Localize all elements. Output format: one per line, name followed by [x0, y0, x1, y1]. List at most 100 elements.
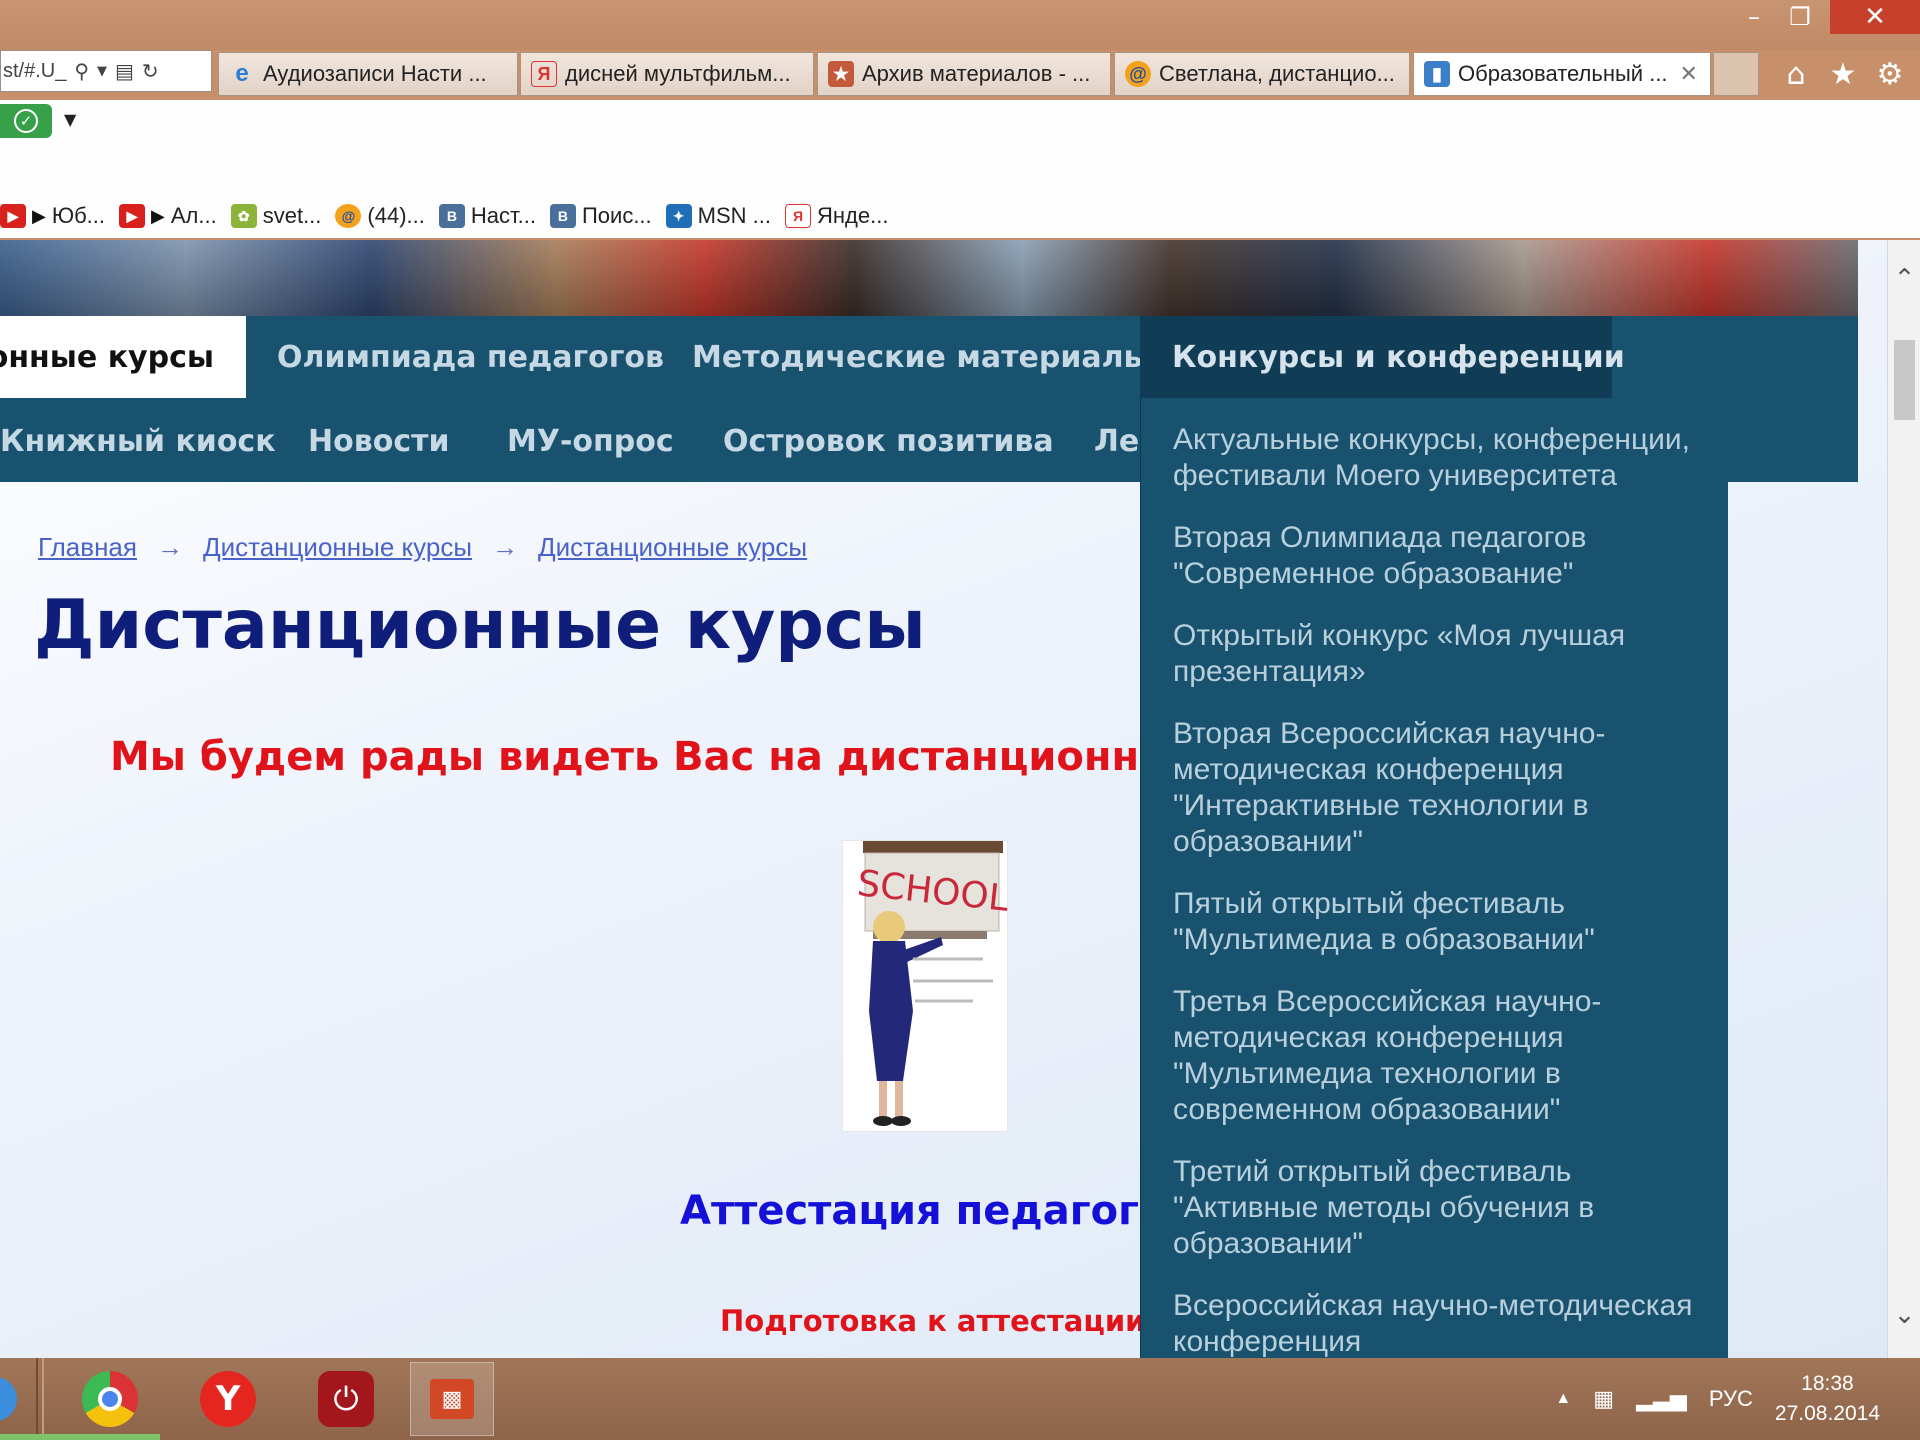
breadcrumb-current[interactable]: Дистанционные курсы: [538, 532, 807, 563]
attestation-heading: Аттестация педагогов: [680, 1188, 1192, 1234]
vk-icon: B: [438, 204, 465, 228]
search-icon[interactable]: ⚲: [74, 59, 89, 83]
address-bar[interactable]: st/#.U_ ⚲ ▼ ▤ ↻: [0, 50, 212, 92]
nav-contests[interactable]: Конкурсы и конференции: [1140, 316, 1625, 398]
favorite-label: MSN ...: [697, 203, 772, 228]
preparation-heading: Подготовка к аттестации:: [720, 1304, 1158, 1338]
tab-close-icon[interactable]: ✕: [1680, 61, 1698, 87]
address-text[interactable]: st/#.U_: [3, 60, 66, 83]
clock[interactable]: 18:38 27.08.2014: [1775, 1369, 1880, 1429]
ie-icon: e: [235, 60, 249, 87]
breadcrumb-arrow: →: [156, 532, 183, 562]
scroll-thumb[interactable]: [1894, 340, 1915, 420]
tab-mail[interactable]: @ Светлана, дистанцио...: [1114, 52, 1410, 96]
breadcrumb-home[interactable]: Главная: [38, 532, 137, 563]
clock-date: 27.08.2014: [1774, 1402, 1880, 1425]
network-icon[interactable]: ▦: [1593, 1386, 1614, 1412]
mascot-icon: ★: [828, 61, 854, 87]
nav-methodical[interactable]: Методические материалы: [692, 316, 1151, 398]
page-viewport: ионные курсы Олимпиада педагогов Методич…: [0, 240, 1887, 1360]
nav-courses[interactable]: ионные курсы: [0, 316, 246, 398]
yandex-browser-icon[interactable]: Y: [186, 1362, 270, 1436]
school-teacher-image: SCHOOL: [842, 840, 1011, 1132]
scroll-down-icon[interactable]: ⌄: [1888, 1300, 1920, 1330]
favorite-item[interactable]: @ (44)...: [335, 203, 425, 229]
language-indicator[interactable]: РУС: [1709, 1386, 1753, 1412]
vk-icon: B: [549, 204, 576, 228]
favorite-item[interactable]: Я Янде...: [785, 203, 888, 229]
favorite-label: Наст...: [470, 203, 536, 228]
tray-expand-icon[interactable]: ▲: [1555, 1390, 1571, 1408]
tab-label: Образовательный ...: [1458, 61, 1668, 86]
nav-positive[interactable]: Островок позитива: [723, 400, 1054, 482]
scroll-up-icon[interactable]: ⌃: [1888, 264, 1920, 294]
dropdown-item[interactable]: Всероссийская научно-методическая конфер…: [1173, 1288, 1698, 1360]
tab-educational[interactable]: ▮ Образовательный ... ✕: [1413, 52, 1711, 96]
contests-dropdown-menu: Актуальные конкурсы, конференции, фестив…: [1140, 398, 1728, 1360]
tab-archive[interactable]: ★ Архив материалов - ...: [817, 52, 1111, 96]
favorite-label: Поис...: [581, 203, 652, 228]
site-banner: [0, 240, 1858, 316]
ie-taskbar-icon[interactable]: [0, 1362, 20, 1436]
dropdown-item[interactable]: Актуальные конкурсы, конференции, фестив…: [1173, 422, 1698, 494]
page-title: Дистанционные курсы: [34, 586, 926, 665]
dropdown-item[interactable]: Третий открытый фестиваль "Активные мето…: [1173, 1154, 1698, 1262]
taskbar-separator: [36, 1358, 44, 1440]
breadcrumb-arrow: →: [492, 532, 519, 562]
taskbar-progress-strip: [0, 1434, 160, 1440]
chevron-down-icon[interactable]: ▼: [64, 110, 76, 129]
tab-disney[interactable]: Я дисней мультфильм...: [520, 52, 814, 96]
chrome-icon[interactable]: [68, 1362, 152, 1436]
dropdown-item[interactable]: Открытый конкурс «Моя лучшая презентация…: [1173, 618, 1698, 690]
play-icon: ▶: [151, 205, 165, 226]
system-tray: ▲ ▦ ▂▃▅ РУС 18:38 27.08.2014: [1555, 1358, 1920, 1440]
chevron-down-icon[interactable]: ▼: [97, 64, 107, 79]
favorite-label: Ал...: [170, 203, 217, 228]
favorite-item[interactable]: B Поис...: [549, 203, 652, 229]
tab-label: Светлана, дистанцио...: [1159, 61, 1395, 86]
breadcrumb-courses[interactable]: Дистанционные курсы: [203, 532, 472, 563]
site-icon: ▮: [1424, 61, 1450, 87]
favorite-item[interactable]: ✿ svet...: [230, 203, 321, 229]
signal-icon[interactable]: ▂▃▅: [1636, 1386, 1687, 1412]
leaf-icon: ✿: [230, 204, 257, 228]
check-icon: ✓: [14, 109, 38, 133]
dropdown-item[interactable]: Третья Всероссийская научно-методическая…: [1173, 984, 1698, 1128]
home-icon[interactable]: ⌂: [1776, 54, 1816, 94]
refresh-icon[interactable]: ↻: [142, 59, 159, 83]
window-titlebar: [0, 0, 1920, 50]
new-tab-button[interactable]: [1713, 52, 1759, 96]
dropdown-item[interactable]: Вторая Олимпиада педагогов "Современное …: [1173, 520, 1698, 592]
favorites-bar: ▶ ▶ Юб... ▶ ▶ Ал... ✿ svet... @ (44)... …: [0, 196, 902, 236]
favorite-item[interactable]: B Наст...: [438, 203, 536, 229]
compat-icon[interactable]: ▤: [115, 59, 134, 83]
addon-button[interactable]: ✓: [0, 104, 52, 138]
tab-label: Аудиозаписи Насти ...: [263, 61, 487, 86]
mail-icon: @: [1125, 61, 1151, 87]
favorite-item[interactable]: ▶ ▶ Юб...: [0, 203, 105, 229]
dropdown-item[interactable]: Пятый открытый фестиваль "Мультимедиа в …: [1173, 886, 1698, 958]
close-icon[interactable]: ✕: [1830, 0, 1920, 34]
tab-label: Архив материалов - ...: [862, 61, 1091, 86]
gear-icon[interactable]: ⚙: [1870, 54, 1910, 94]
tab-audio[interactable]: e Аудиозаписи Насти ...: [218, 52, 518, 96]
powerpoint-icon[interactable]: ▩: [410, 1362, 494, 1436]
yandex-icon: Я: [785, 204, 812, 228]
power-icon[interactable]: ⏻: [304, 1362, 388, 1436]
favorite-item[interactable]: ▶ ▶ Ал...: [119, 203, 217, 229]
dropdown-item[interactable]: Вторая Всероссийская научно-методическая…: [1173, 716, 1698, 860]
nav-poll[interactable]: МУ-опрос: [507, 400, 674, 482]
nav-truncated[interactable]: Ле: [1094, 400, 1140, 482]
favorite-label: Юб...: [51, 203, 106, 228]
star-icon[interactable]: ★: [1823, 54, 1863, 94]
nav-olympiad[interactable]: Олимпиада педагогов: [277, 316, 664, 398]
vertical-scrollbar[interactable]: ⌃ ⌄: [1887, 240, 1920, 1360]
msn-icon: ✦: [665, 204, 692, 228]
youtube-icon: ▶: [0, 204, 26, 228]
nav-book-kiosk[interactable]: Книжный киоск: [0, 400, 276, 482]
favorite-item[interactable]: ✦ MSN ...: [665, 203, 772, 229]
tab-label: дисней мультфильм...: [565, 61, 791, 86]
restore-icon[interactable]: ❐: [1772, 0, 1828, 34]
nav-news[interactable]: Новости: [308, 400, 450, 482]
breadcrumb: Главная → Дистанционные курсы → Дистанци…: [38, 532, 807, 563]
